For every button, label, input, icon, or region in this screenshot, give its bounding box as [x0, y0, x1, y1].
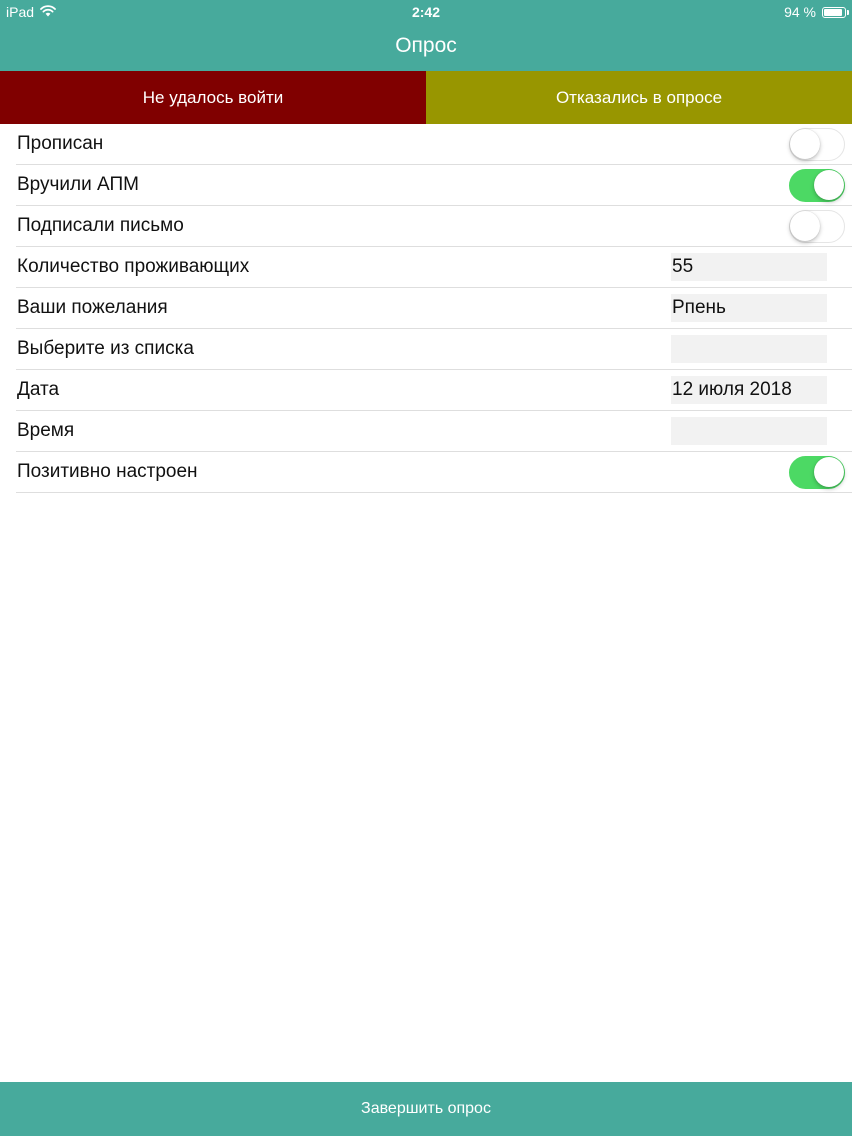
- status-right: 94 %: [784, 4, 849, 20]
- survey-form: Прописан Вручили АПМ Подписали письмо Колич…: [0, 124, 852, 493]
- residents-count-field[interactable]: 55: [671, 253, 827, 281]
- registered-toggle[interactable]: [789, 128, 845, 161]
- battery-percent: 94 %: [784, 4, 816, 20]
- form-row-registered: Прописан: [16, 124, 852, 165]
- form-row-letter-signed: Подписали письмо: [16, 206, 852, 247]
- status-bar: iPad 2:42 94 %: [0, 0, 852, 24]
- form-row-label: Прописан: [17, 133, 104, 154]
- toggle-knob: [790, 211, 820, 241]
- segment-refused-survey-label: Отказались в опросе: [555, 87, 723, 107]
- finish-survey-button[interactable]: Завершить опрос: [0, 1082, 852, 1136]
- form-row-select-from-list: Выберите из списка: [16, 329, 852, 370]
- toggle-knob: [790, 129, 820, 159]
- form-row-label: Количество проживающих: [17, 256, 250, 277]
- form-row-wishes: Ваши пожелания Рпень: [16, 288, 852, 329]
- form-row-label: Время: [17, 420, 75, 441]
- segment-control: Не удалось войти Отказались в опросе: [0, 71, 852, 124]
- wishes-field[interactable]: Рпень: [671, 294, 827, 322]
- form-row-positive-mood: Позитивно настроен: [16, 452, 852, 493]
- page-title: Опрос: [395, 34, 457, 57]
- form-row-residents-count: Количество проживающих 55: [16, 247, 852, 288]
- segment-refused-survey[interactable]: Отказались в опросе: [426, 71, 852, 124]
- form-row-label: Дата: [17, 379, 60, 400]
- form-row-label: Позитивно настроен: [17, 461, 198, 482]
- status-time: 2:42: [411, 4, 441, 20]
- letter-signed-toggle[interactable]: [789, 210, 845, 243]
- apm-delivered-toggle[interactable]: [789, 169, 845, 202]
- header-bar: iPad 2:42 94 % Опрос: [0, 0, 852, 71]
- battery-icon: [822, 6, 849, 18]
- form-row-label: Подписали письмо: [17, 215, 184, 236]
- battery-fill: [824, 8, 842, 16]
- segment-login-failed[interactable]: Не удалось войти: [0, 71, 426, 124]
- positive-mood-toggle[interactable]: [789, 456, 845, 489]
- form-row-label: Выберите из списка: [17, 338, 194, 359]
- form-row-label: Ваши пожелания: [17, 297, 168, 318]
- toggle-knob: [814, 170, 844, 200]
- date-field[interactable]: 12 июля 2018: [671, 376, 827, 404]
- finish-survey-label: Завершить опрос: [361, 1100, 491, 1117]
- toggle-knob: [814, 457, 844, 487]
- form-row-date: Дата 12 июля 2018: [16, 370, 852, 411]
- time-field[interactable]: [671, 417, 827, 445]
- form-row-apm-delivered: Вручили АПМ: [16, 165, 852, 206]
- segment-login-failed-label: Не удалось войти: [142, 87, 284, 107]
- select-from-list-field[interactable]: [671, 335, 827, 363]
- form-row-label: Вручили АПМ: [17, 174, 139, 195]
- form-row-time: Время: [16, 411, 852, 452]
